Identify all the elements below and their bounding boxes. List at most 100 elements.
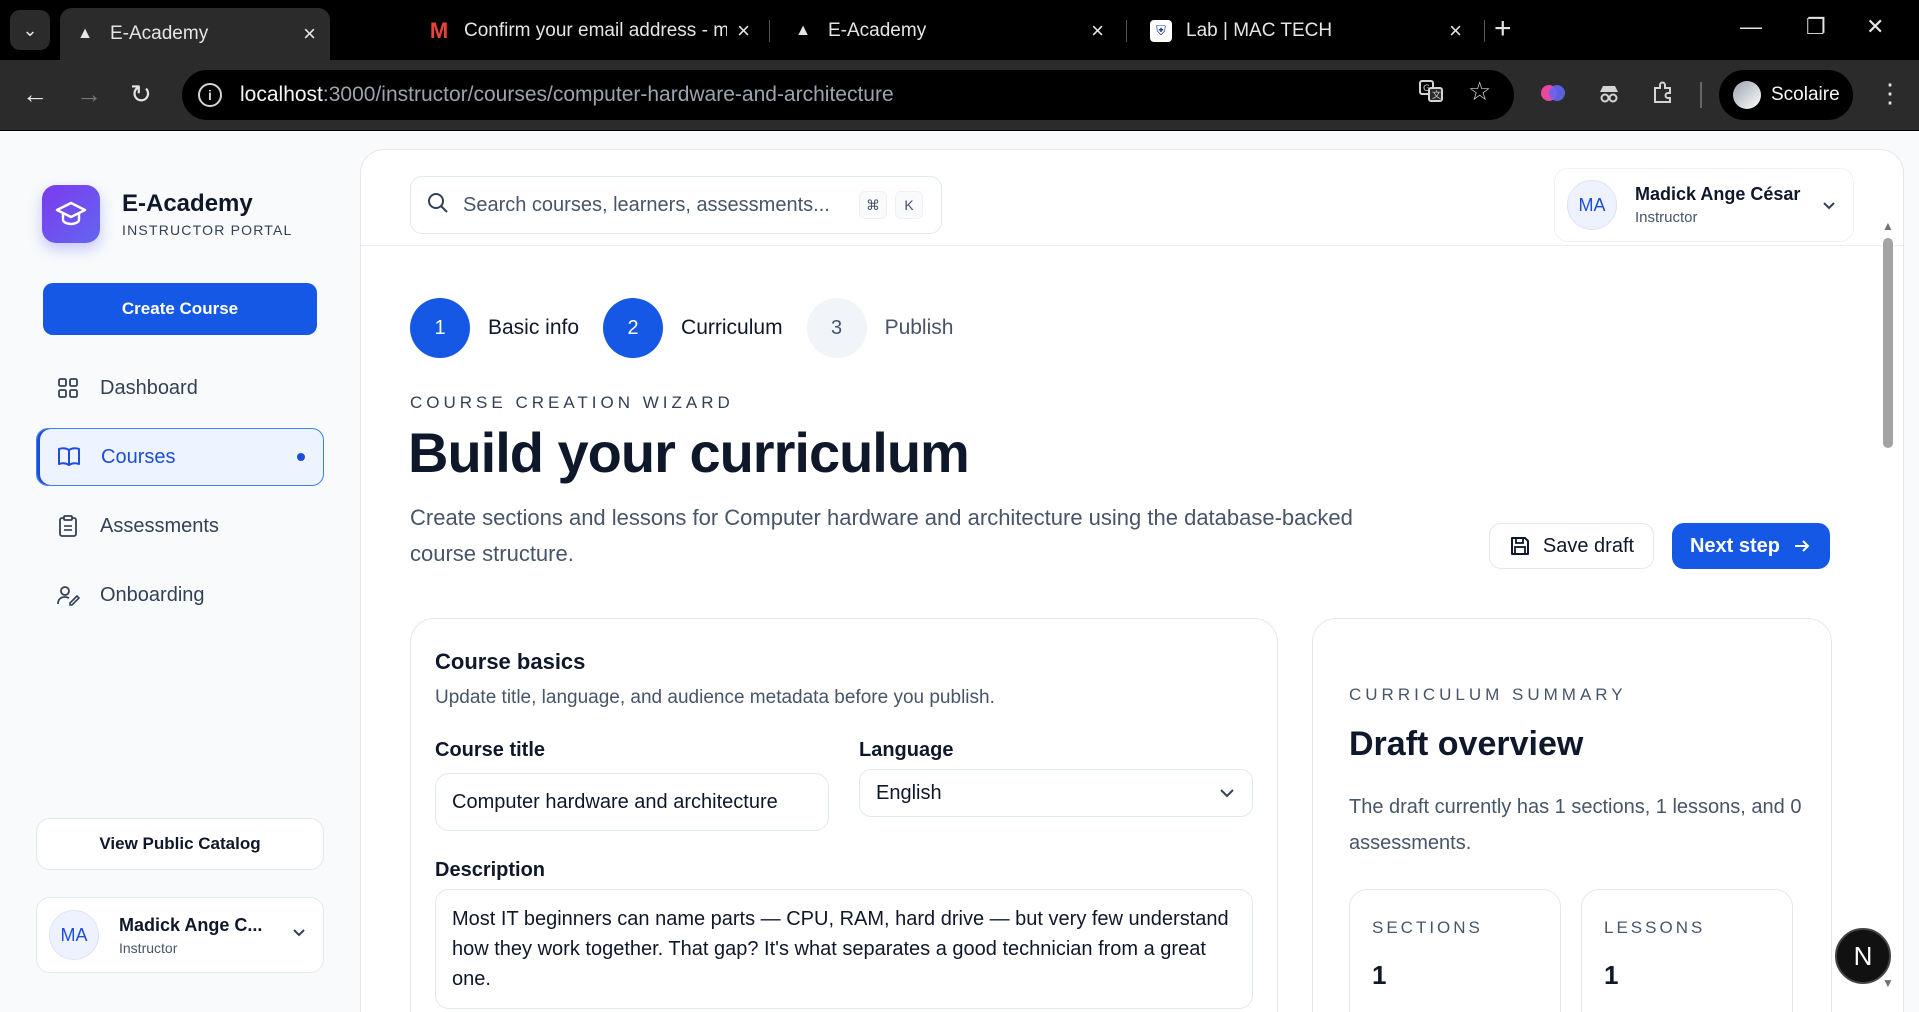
clipboard-icon bbox=[56, 514, 80, 538]
view-public-catalog-button[interactable]: View Public Catalog bbox=[36, 818, 324, 870]
scroll-down-icon[interactable]: ▼ bbox=[1882, 976, 1894, 990]
language-label: Language bbox=[859, 739, 954, 761]
brand[interactable]: E-Academy INSTRUCTOR PORTAL bbox=[42, 185, 293, 243]
account-menu[interactable]: MA Madick Ange César Instructor bbox=[1554, 168, 1854, 242]
top-bar: ⌘ K MA Madick Ange César Instructor bbox=[361, 150, 1903, 246]
star-icon[interactable]: ☆ bbox=[1468, 76, 1491, 107]
address-bar[interactable]: i localhost:3000/instructor/courses/comp… bbox=[182, 70, 1514, 120]
close-window-icon[interactable]: ✕ bbox=[1866, 14, 1884, 40]
restore-icon[interactable]: ❐ bbox=[1806, 14, 1826, 40]
tab-title: E-Academy bbox=[110, 23, 209, 44]
back-icon[interactable]: ← bbox=[22, 79, 48, 110]
save-draft-button[interactable]: Save draft bbox=[1489, 523, 1654, 569]
next-step-button[interactable]: Next step bbox=[1672, 523, 1830, 569]
avatar: MA bbox=[1567, 180, 1617, 230]
browser-profile-button[interactable]: Scolaire bbox=[1719, 70, 1853, 120]
user-role: Instructor bbox=[119, 939, 178, 956]
step-3-label[interactable]: Publish bbox=[885, 316, 954, 340]
shield-favicon-icon: ⛨ bbox=[1150, 20, 1172, 42]
user-role: Instructor bbox=[1635, 209, 1698, 226]
arrow-right-icon bbox=[1792, 536, 1812, 556]
wizard-eyebrow: COURSE CREATION WIZARD bbox=[410, 393, 734, 412]
user-name: Madick Ange César bbox=[1635, 184, 1801, 204]
chevron-down-icon: ⌄ bbox=[22, 19, 38, 40]
forward-icon[interactable]: → bbox=[76, 79, 102, 110]
profile-avatar bbox=[1733, 81, 1761, 109]
profile-name: Scolaire bbox=[1771, 84, 1840, 105]
svg-text:G: G bbox=[1423, 84, 1430, 94]
close-icon[interactable]: × bbox=[303, 21, 316, 47]
description-textarea[interactable]: Most IT beginners can name parts — CPU, … bbox=[435, 889, 1253, 1009]
sidebar-item-onboarding[interactable]: Onboarding bbox=[36, 566, 324, 624]
dev-tools-badge[interactable]: N bbox=[1835, 928, 1891, 984]
search-input[interactable] bbox=[463, 193, 883, 217]
reload-icon[interactable]: ↻ bbox=[130, 79, 152, 110]
close-icon[interactable]: × bbox=[1091, 18, 1104, 44]
svg-text:文: 文 bbox=[1432, 89, 1441, 101]
stat-sections: SECTIONS 1 bbox=[1349, 889, 1561, 1012]
step-1-label[interactable]: Basic info bbox=[488, 316, 579, 340]
stat-value: 1 bbox=[1372, 960, 1387, 990]
scrollbar-thumb[interactable] bbox=[1883, 238, 1893, 448]
app-page: E-Academy INSTRUCTOR PORTAL Create Cours… bbox=[0, 131, 1919, 1012]
book-icon bbox=[57, 445, 81, 469]
sidebar-nav: Dashboard Courses Assessments Onboarding bbox=[36, 359, 324, 635]
browser-menu-icon[interactable]: ⋮ bbox=[1877, 78, 1903, 109]
step-2-circle[interactable]: 2 bbox=[603, 298, 664, 358]
gmail-icon: M bbox=[429, 18, 449, 43]
stat-label: LESSONS bbox=[1604, 918, 1706, 937]
user-name: Madick Ange C... bbox=[119, 914, 263, 935]
sidebar-item-label: Courses bbox=[101, 445, 176, 468]
card-subtitle: Update title, language, and audience met… bbox=[435, 687, 995, 708]
curriculum-summary-card: CURRICULUM SUMMARY Draft overview The dr… bbox=[1312, 618, 1832, 1012]
user-check-icon bbox=[56, 583, 80, 607]
step-2-label[interactable]: Curriculum bbox=[681, 316, 783, 340]
sidebar: E-Academy INSTRUCTOR PORTAL Create Cours… bbox=[0, 131, 360, 1012]
tab-search-button[interactable]: ⌄ bbox=[10, 10, 50, 50]
chevron-down-icon bbox=[291, 924, 307, 945]
summary-title: Draft overview bbox=[1349, 725, 1584, 763]
stat-value: 1 bbox=[1604, 960, 1619, 990]
course-title-label: Course title bbox=[435, 739, 546, 761]
puzzle-extensions-icon[interactable] bbox=[1650, 80, 1676, 113]
step-1-circle[interactable]: 1 bbox=[410, 298, 470, 358]
new-tab-button[interactable]: + bbox=[1494, 12, 1512, 46]
search-box[interactable]: ⌘ K bbox=[410, 176, 942, 234]
course-basics-card: Course basics Update title, language, an… bbox=[410, 618, 1278, 1012]
sidebar-item-courses[interactable]: Courses bbox=[36, 428, 324, 486]
sidebar-user-card[interactable]: MA Madick Ange C... Instructor bbox=[36, 897, 324, 973]
browser-tab-bar: ⌄ ▲ E-Academy × M Confirm your email add… bbox=[0, 0, 1919, 60]
browser-tab[interactable]: ⛨ Lab | MAC TECH × bbox=[1136, 10, 1476, 52]
browser-toolbar: ← → ↻ i localhost:3000/instructor/course… bbox=[0, 60, 1919, 130]
chevron-down-icon bbox=[1218, 784, 1236, 808]
chevron-down-icon bbox=[1821, 197, 1837, 218]
browser-tab[interactable]: ▲ E-Academy × bbox=[778, 10, 1118, 52]
sidebar-item-label: Onboarding bbox=[100, 583, 205, 606]
url-path: :3000/instructor/courses/computer-hardwa… bbox=[322, 83, 894, 106]
create-course-button[interactable]: Create Course bbox=[43, 283, 317, 335]
browser-tab[interactable]: ▲ E-Academy × bbox=[60, 8, 330, 60]
graduation-cap-icon bbox=[42, 185, 100, 243]
scroll-up-icon[interactable]: ▲ bbox=[1882, 219, 1894, 233]
minimize-icon[interactable]: — bbox=[1740, 14, 1762, 40]
spy-extension-icon[interactable] bbox=[1596, 80, 1622, 113]
language-select[interactable]: English bbox=[859, 769, 1253, 817]
grid-icon bbox=[56, 376, 80, 400]
browser-tab[interactable]: M Confirm your email address - m × bbox=[414, 10, 764, 52]
sidebar-item-dashboard[interactable]: Dashboard bbox=[36, 359, 324, 417]
brain-extension-icon[interactable] bbox=[1540, 80, 1566, 113]
triangle-favicon-icon: ▲ bbox=[795, 22, 811, 39]
url-host: localhost bbox=[240, 83, 323, 106]
page-description: Create sections and lessons for Computer… bbox=[410, 505, 1353, 566]
page-title: Build your curriculum bbox=[408, 421, 970, 484]
course-title-input[interactable] bbox=[435, 773, 829, 831]
close-icon[interactable]: × bbox=[1449, 18, 1462, 44]
sidebar-item-assessments[interactable]: Assessments bbox=[36, 497, 324, 555]
site-info-icon[interactable]: i bbox=[198, 83, 222, 107]
translate-icon[interactable]: G文 bbox=[1418, 78, 1444, 111]
sidebar-item-label: Assessments bbox=[100, 514, 219, 537]
stat-lessons: LESSONS 1 bbox=[1581, 889, 1793, 1012]
save-icon bbox=[1509, 535, 1531, 557]
step-3-circle[interactable]: 3 bbox=[806, 298, 867, 358]
close-icon[interactable]: × bbox=[737, 18, 750, 44]
